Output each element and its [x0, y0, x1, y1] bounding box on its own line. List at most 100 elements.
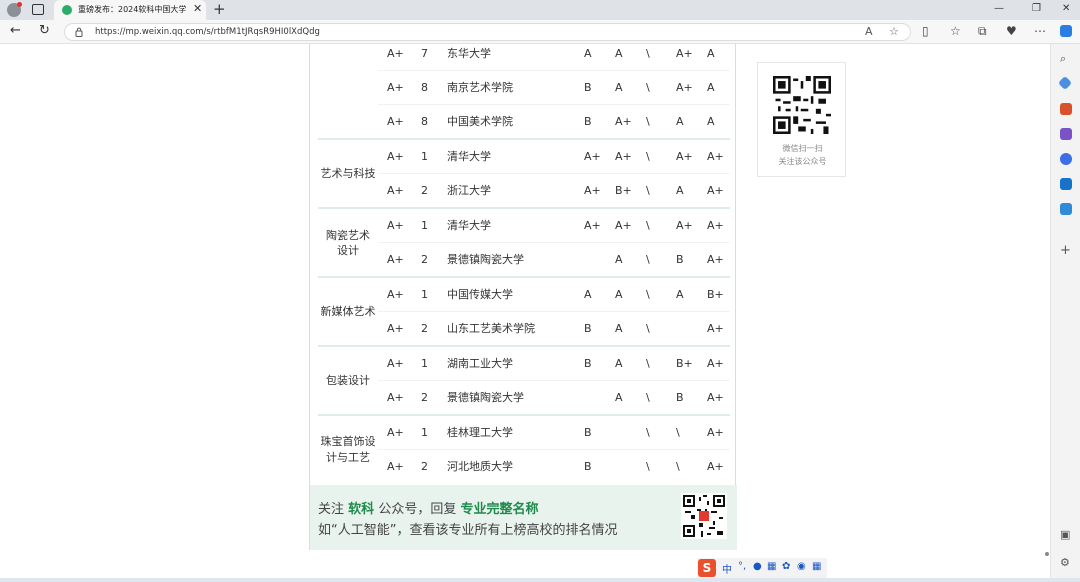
cell-rank: 1 — [421, 288, 428, 301]
notification-dot-icon — [17, 2, 22, 7]
cell-school: 景德镇陶瓷大学 — [447, 253, 524, 266]
microphone-icon[interactable]: ● — [753, 561, 762, 572]
table-row: A+ 8 南京艺术学院 B A \ A+ A — [310, 71, 737, 105]
cell-g4: \ — [676, 426, 680, 439]
cell-g2: A+ — [615, 115, 632, 128]
cell-school: 景德镇陶瓷大学 — [447, 391, 524, 404]
bottom-edge — [0, 578, 1080, 582]
cell-grade: A+ — [387, 81, 404, 94]
cell-g1: A — [584, 47, 592, 60]
new-tab-icon[interactable]: + — [213, 0, 226, 18]
favorite-star-icon[interactable]: ☆ — [889, 25, 899, 38]
cell-g5: A+ — [707, 150, 724, 163]
drop-icon[interactable] — [1060, 203, 1072, 215]
extensions-icon[interactable]: ♥ — [1006, 24, 1017, 38]
qr-caption-1: 微信扫一扫 — [782, 144, 823, 153]
cell-rank: 2 — [421, 322, 428, 335]
footer-text: 关注 — [318, 502, 345, 517]
ime-language[interactable]: 中 — [722, 561, 732, 576]
settings-gear-icon[interactable]: ⚙ — [1060, 556, 1070, 569]
cell-grade: A+ — [387, 150, 404, 163]
cell-rank: 2 — [421, 253, 428, 266]
scrollbar-thumb[interactable] — [1045, 552, 1049, 556]
cell-g5: A+ — [707, 357, 724, 370]
cell-grade: A+ — [387, 184, 404, 197]
cell-grade: A+ — [387, 322, 404, 335]
cell-g5: A+ — [707, 219, 724, 232]
cell-g4: A+ — [676, 150, 693, 163]
collections-icon[interactable]: ⧉ — [978, 24, 987, 39]
cell-g5: A+ — [707, 253, 724, 266]
copilot-icon[interactable] — [1060, 25, 1072, 37]
favorites-icon[interactable]: ☆ — [950, 24, 961, 38]
add-icon[interactable]: + — [1060, 243, 1071, 258]
cell-school: 东华大学 — [447, 47, 491, 60]
cell-g3: \ — [646, 426, 650, 439]
tab-active[interactable]: 重磅发布：2024软科中国大学专 ✕ — [54, 0, 206, 20]
search-icon[interactable]: ⌕ — [1060, 52, 1066, 66]
browser-window: 重磅发布：2024软科中国大学专 ✕ + — ❐ ✕ ← ↻ https://m… — [0, 0, 1080, 582]
minimize-icon[interactable]: — — [994, 3, 1004, 14]
split-screen-icon[interactable]: ▯ — [922, 24, 929, 38]
footer-banner: 关注 软科 公众号，回复 专业完整名称 如“人工智能”，查看该专业所有上榜高校的… — [310, 485, 737, 550]
table-row: A+ 1 清华大学 A+ A+ \ A+ A+ — [310, 140, 737, 174]
cell-g2: A — [615, 322, 623, 335]
sogou-logo-icon[interactable]: S — [698, 559, 716, 577]
qr-code-icon — [773, 76, 831, 134]
url-text[interactable]: https://mp.weixin.qq.com/s/rtbfM1tJRqsR9… — [95, 27, 320, 37]
cell-rank: 1 — [421, 426, 428, 439]
cell-grade: A+ — [387, 219, 404, 232]
refresh-icon[interactable]: ↻ — [39, 23, 50, 38]
cell-school: 河北地质大学 — [447, 460, 513, 473]
cell-g2: A+ — [615, 219, 632, 232]
cell-g5: A+ — [707, 391, 724, 404]
table-row: A+ 1 桂林理工大学 B \ \ A+ — [310, 416, 737, 450]
restore-icon[interactable]: ❐ — [1032, 3, 1041, 14]
tab-close-icon[interactable]: ✕ — [193, 2, 202, 15]
cell-g1: A — [584, 288, 592, 301]
cell-g3: \ — [646, 184, 650, 197]
cell-g2: A — [615, 81, 623, 94]
cell-g5: B+ — [707, 288, 724, 301]
apps-grid-icon[interactable]: ▦ — [812, 561, 821, 572]
cell-g5: A — [707, 47, 715, 60]
microsoft365-icon[interactable] — [1060, 153, 1072, 165]
window-close-icon[interactable]: ✕ — [1062, 3, 1070, 14]
games-icon[interactable] — [1060, 128, 1072, 140]
footer-highlight: 专业完整名称 — [460, 502, 539, 517]
toolbox-ime-icon[interactable]: ◉ — [797, 561, 806, 572]
qr-caption-2: 关注该公众号 — [778, 157, 827, 166]
read-aloud-icon[interactable]: A — [865, 25, 873, 38]
cell-g3: \ — [646, 81, 650, 94]
tab-actions-icon[interactable] — [32, 4, 44, 15]
skin-icon[interactable]: ✿ — [782, 561, 790, 572]
back-arrow-icon[interactable]: ← — [10, 23, 21, 38]
keyboard-icon[interactable]: ▦ — [767, 561, 776, 572]
table-row: A+ 1 中国传媒大学 A A \ A B+ — [310, 278, 737, 312]
cell-school: 山东工艺美术学院 — [447, 322, 535, 335]
more-menu-icon[interactable]: ⋯ — [1034, 24, 1046, 38]
screenshot-icon[interactable]: ▣ — [1060, 528, 1070, 541]
cell-g3: \ — [646, 47, 650, 60]
table-row: A+ 8 中国美术学院 B A+ \ A A — [310, 105, 737, 139]
cell-rank: 1 — [421, 219, 428, 232]
cell-school: 清华大学 — [447, 219, 491, 232]
cell-rank: 2 — [421, 184, 428, 197]
cell-g1: B — [584, 115, 592, 128]
cell-rank: 1 — [421, 357, 428, 370]
cell-g2: A — [615, 391, 623, 404]
cell-g1: B — [584, 426, 592, 439]
cell-grade: A+ — [387, 288, 404, 301]
cell-g4: A — [676, 115, 684, 128]
toolbox-icon[interactable] — [1060, 103, 1072, 115]
outlook-icon[interactable] — [1060, 178, 1072, 190]
table-row: A+ 7 东华大学 A A \ A+ A — [310, 37, 737, 71]
table-row: A+ 2 景德镇陶瓷大学 A \ B A+ — [310, 243, 737, 277]
browser-sidebar: ⌕ + ▣ ⚙ — [1050, 44, 1080, 582]
footer-line-1: 关注 软科 公众号，回复 专业完整名称 — [318, 498, 538, 517]
cell-g3: \ — [646, 357, 650, 370]
cell-rank: 8 — [421, 81, 428, 94]
cell-g4: B+ — [676, 357, 693, 370]
tag-icon[interactable] — [1057, 75, 1073, 91]
punctuation-icon[interactable]: °, — [738, 561, 746, 572]
